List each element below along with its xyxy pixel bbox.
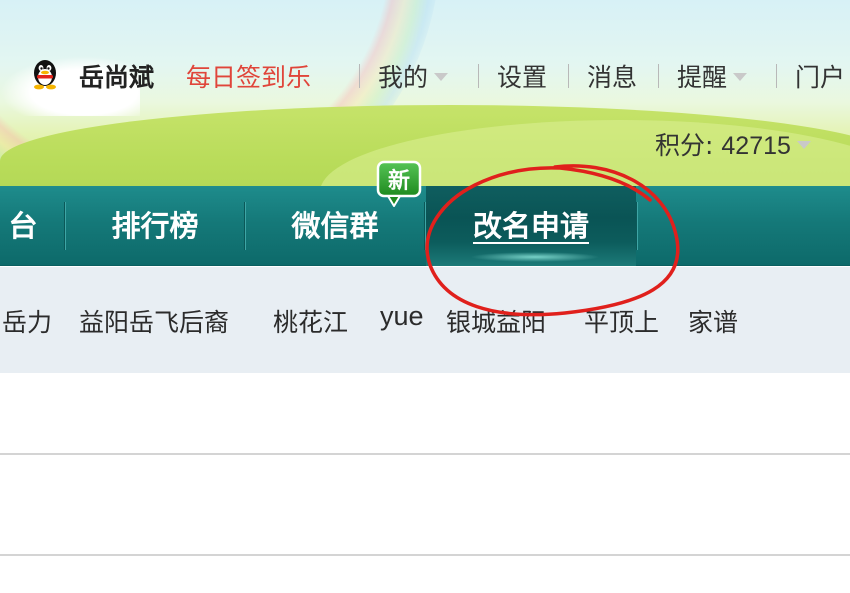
new-badge-text: 新 xyxy=(388,168,410,194)
nav-separator xyxy=(568,64,569,88)
nav-separator xyxy=(478,64,479,88)
main-nav: 台 排行榜 微信群 改名申请 xyxy=(0,186,850,266)
settings-link[interactable]: 设置 xyxy=(497,58,547,94)
sub-nav-link[interactable]: 家谱 xyxy=(688,303,738,339)
mine-menu-label: 我的 xyxy=(378,63,429,92)
mine-menu[interactable]: 我的 xyxy=(378,58,449,94)
sub-nav-link[interactable]: 银城益阳 xyxy=(446,303,546,339)
sub-nav-link[interactable]: yue xyxy=(380,301,424,332)
tab-partial[interactable]: 台 xyxy=(0,186,54,266)
nav-divider xyxy=(636,202,638,250)
tab-leaderboard[interactable]: 排行榜 xyxy=(66,186,244,266)
tab-rename-request-label: 改名申请 xyxy=(472,209,589,243)
points-display[interactable]: 积分: 42715 xyxy=(655,126,811,162)
top-user-nav: 我的 设置 消息 提醒 门户 xyxy=(0,58,850,92)
messages-link[interactable]: 消息 xyxy=(587,58,637,94)
reminders-menu-label: 提醒 xyxy=(677,63,728,92)
sub-nav-link[interactable]: 益阳岳飞后裔 xyxy=(79,303,229,339)
caret-down-icon xyxy=(434,73,449,81)
caret-down-icon xyxy=(796,141,811,149)
nav-separator xyxy=(359,64,360,88)
caret-down-icon xyxy=(733,73,748,81)
new-badge-icon: 新 xyxy=(376,160,422,207)
points-value: 42715 xyxy=(721,132,791,160)
sub-nav-link[interactable]: 桃花江 xyxy=(273,303,348,339)
content-divider xyxy=(0,554,850,556)
nav-separator xyxy=(658,64,659,88)
nav-separator xyxy=(776,64,777,88)
points-label: 积分: xyxy=(655,131,714,160)
header-banner: 岳尚斌 每日签到乐 我的 设置 消息 提醒 门户 积分: 42715 xyxy=(0,0,850,186)
active-tab-glow xyxy=(470,252,600,262)
content-divider xyxy=(0,453,850,455)
sub-nav: 岳力 益阳岳飞后裔 桃花江 yue 银城益阳 平顶上 家谱 xyxy=(0,267,850,373)
sub-nav-link[interactable]: 平顶上 xyxy=(584,303,659,339)
reminders-menu[interactable]: 提醒 xyxy=(677,58,748,94)
portal-link[interactable]: 门户 xyxy=(795,58,845,94)
sub-nav-link[interactable]: 岳力 xyxy=(2,303,52,339)
